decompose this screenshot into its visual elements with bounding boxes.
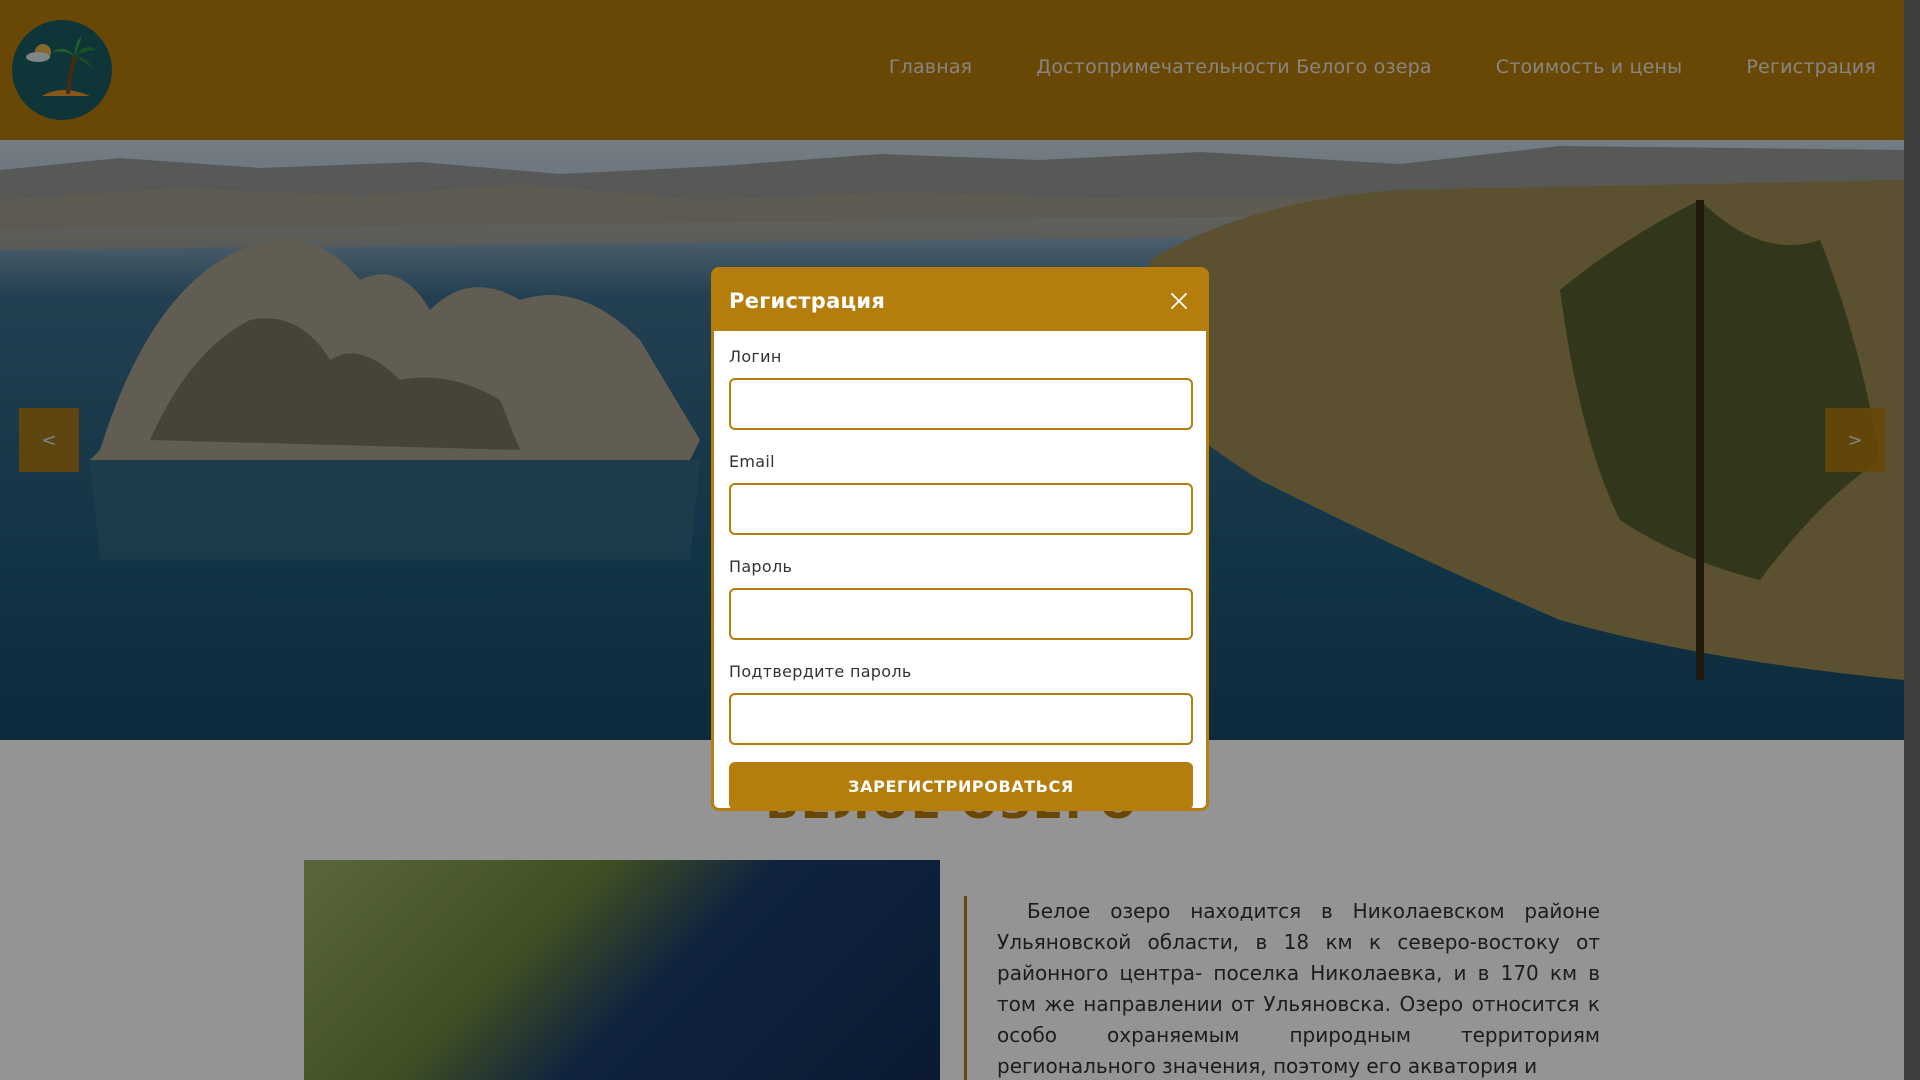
close-button[interactable]	[1166, 288, 1192, 314]
email-input[interactable]	[729, 483, 1193, 535]
password-label: Пароль	[729, 557, 793, 576]
email-label: Email	[729, 452, 775, 471]
login-label: Логин	[729, 347, 782, 366]
confirm-password-input[interactable]	[729, 693, 1193, 745]
registration-form: Логин Email Пароль Подтвердите пароль ЗА…	[714, 331, 1206, 808]
register-submit-button[interactable]: ЗАРЕГИСТРИРОВАТЬСЯ	[729, 762, 1193, 808]
confirm-password-label: Подтвердите пароль	[729, 662, 912, 681]
modal-header: Регистрация	[714, 270, 1206, 331]
modal-title: Регистрация	[729, 288, 886, 313]
password-input[interactable]	[729, 588, 1193, 640]
login-input[interactable]	[729, 378, 1193, 430]
close-icon	[1171, 292, 1187, 309]
registration-modal: Регистрация Логин Email Пароль Подтверди…	[711, 267, 1209, 811]
